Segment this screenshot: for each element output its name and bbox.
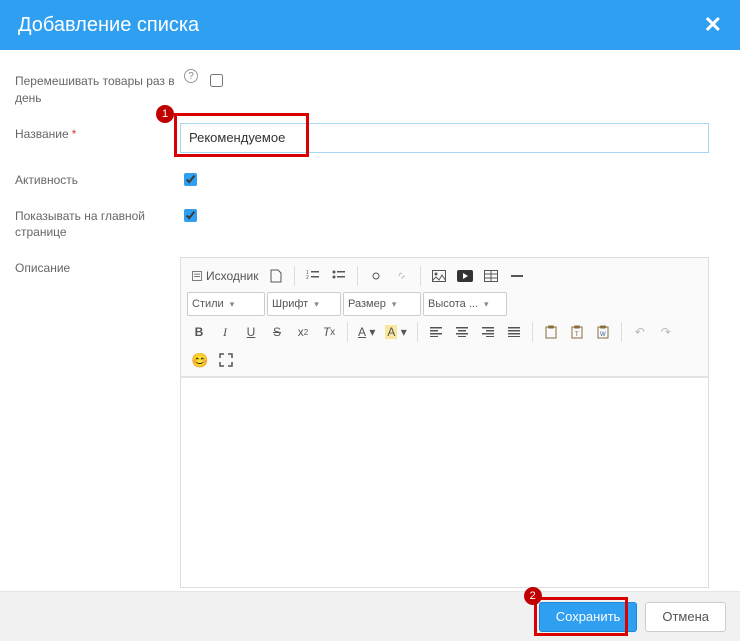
clear-format-icon[interactable]: Tx [317,320,341,344]
align-right-icon[interactable] [476,320,500,344]
save-button[interactable]: Сохранить [539,602,638,632]
paste-text-icon[interactable]: T [565,320,589,344]
video-icon[interactable] [453,264,477,288]
strike-icon[interactable]: S [265,320,289,344]
label-show-main: Показывать на главной странице [15,205,180,242]
styles-select-label: Стили [192,298,224,310]
dialog-header: Добавление списка ✕ [0,0,740,50]
show-main-checkbox[interactable] [184,209,197,222]
label-shuffle: Перемешивать товары раз в день [15,70,180,107]
bullet-list-icon[interactable] [327,264,351,288]
align-left-icon[interactable] [424,320,448,344]
source-button[interactable]: Исходник [187,264,262,288]
link-icon[interactable] [364,264,388,288]
label-name: Название* [15,123,180,143]
label-name-text: Название [15,127,69,141]
table-icon[interactable] [479,264,503,288]
align-justify-icon[interactable] [502,320,526,344]
svg-text:T: T [575,332,579,338]
italic-icon[interactable]: I [213,320,237,344]
label-description: Описание [15,257,180,277]
source-label: Исходник [206,269,258,283]
svg-text:2: 2 [306,275,309,281]
editor-content[interactable] [181,377,708,587]
lineheight-select[interactable]: Высота ... [423,292,507,316]
redo-icon[interactable]: ↷ [654,320,678,344]
lineheight-select-label: Высота ... [428,298,478,310]
styles-select[interactable]: Стили [187,292,265,316]
editor-toolbar: Исходник 12 [181,258,708,377]
label-shuffle-text: Перемешивать товары раз в день [15,74,175,105]
undo-icon[interactable]: ↶ [628,320,652,344]
font-select-label: Шрифт [272,298,308,310]
activity-checkbox[interactable] [184,173,197,186]
cancel-button[interactable]: Отмена [645,602,726,632]
shuffle-checkbox[interactable] [210,74,223,87]
name-input[interactable] [180,123,709,153]
new-page-icon[interactable] [264,264,288,288]
subscript-icon[interactable]: x2 [291,320,315,344]
rich-text-editor: Исходник 12 [180,257,709,588]
annotation-marker-2: 2 [524,587,542,605]
dialog-footer: 2 Сохранить Отмена [0,591,740,641]
text-color-icon[interactable]: A ▾ [354,320,379,344]
label-activity: Активность [15,169,180,189]
save-button-label: Сохранить [556,609,621,624]
font-select[interactable]: Шрифт [267,292,341,316]
close-icon[interactable]: ✕ [704,12,722,38]
paste-icon[interactable] [539,320,563,344]
paste-word-icon[interactable]: W [591,320,615,344]
size-select-label: Размер [348,298,386,310]
align-center-icon[interactable] [450,320,474,344]
hr-icon[interactable] [505,264,529,288]
form-body: Перемешивать товары раз в день ? Названи… [0,50,740,636]
annotation-marker-1: 1 [156,105,174,123]
bg-color-icon[interactable]: A ▾ [381,320,410,344]
help-icon[interactable]: ? [184,69,198,83]
image-icon[interactable] [427,264,451,288]
maximize-icon[interactable] [214,348,238,372]
underline-icon[interactable]: U [239,320,263,344]
unlink-icon[interactable] [390,264,414,288]
cancel-button-label: Отмена [662,609,709,624]
bold-icon[interactable]: B [187,320,211,344]
emoji-icon[interactable]: 😊 [187,348,212,372]
numbered-list-icon[interactable]: 12 [301,264,325,288]
size-select[interactable]: Размер [343,292,421,316]
svg-text:W: W [600,332,606,338]
dialog-title: Добавление списка [18,14,199,37]
